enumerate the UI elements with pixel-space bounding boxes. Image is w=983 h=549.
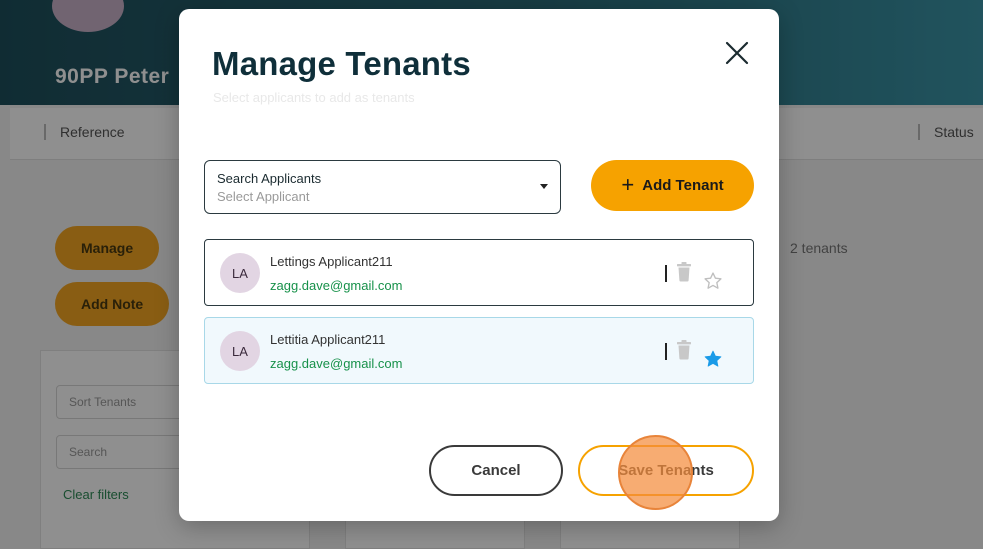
search-applicants-select[interactable]: Search Applicants Select Applicant [204, 160, 561, 214]
avatar: LA [220, 331, 260, 371]
caret-down-icon [540, 184, 548, 189]
modal-subtitle: Select applicants to add as tenants [213, 90, 415, 105]
manage-tenants-modal: Manage Tenants Select applicants to add … [179, 9, 779, 521]
tenant-name: Lettitia Applicant211 [270, 332, 386, 347]
divider [665, 265, 667, 282]
delete-tenant-button[interactable] [676, 340, 692, 360]
save-tenants-button[interactable]: Save Tenants [578, 445, 754, 496]
plus-icon: + [621, 171, 635, 197]
tenant-name: Lettings Applicant211 [270, 254, 393, 269]
make-lead-tenant-button[interactable] [703, 271, 723, 291]
close-button[interactable] [723, 39, 751, 67]
modal-title: Manage Tenants [212, 45, 471, 82]
add-tenant-label: Add Tenant [642, 177, 724, 194]
tenant-email: zagg.dave@gmail.com [270, 278, 403, 293]
trash-icon [677, 340, 691, 360]
tenant-row[interactable]: LA Lettings Applicant211 zagg.dave@gmail… [204, 239, 754, 306]
trash-icon [677, 262, 691, 282]
add-tenant-button[interactable]: + Add Tenant [591, 160, 754, 211]
search-applicants-label: Search Applicants [217, 171, 322, 186]
select-applicant-placeholder: Select Applicant [217, 189, 310, 204]
tenant-email: zagg.dave@gmail.com [270, 356, 403, 371]
avatar: LA [220, 253, 260, 293]
delete-tenant-button[interactable] [676, 262, 692, 282]
cancel-button[interactable]: Cancel [429, 445, 563, 496]
star-outline-icon [704, 272, 722, 289]
star-filled-icon [704, 350, 722, 367]
tenant-row[interactable]: LA Lettitia Applicant211 zagg.dave@gmail… [204, 317, 754, 384]
lead-tenant-button[interactable] [703, 349, 723, 369]
close-icon [725, 41, 749, 65]
divider [665, 343, 667, 360]
